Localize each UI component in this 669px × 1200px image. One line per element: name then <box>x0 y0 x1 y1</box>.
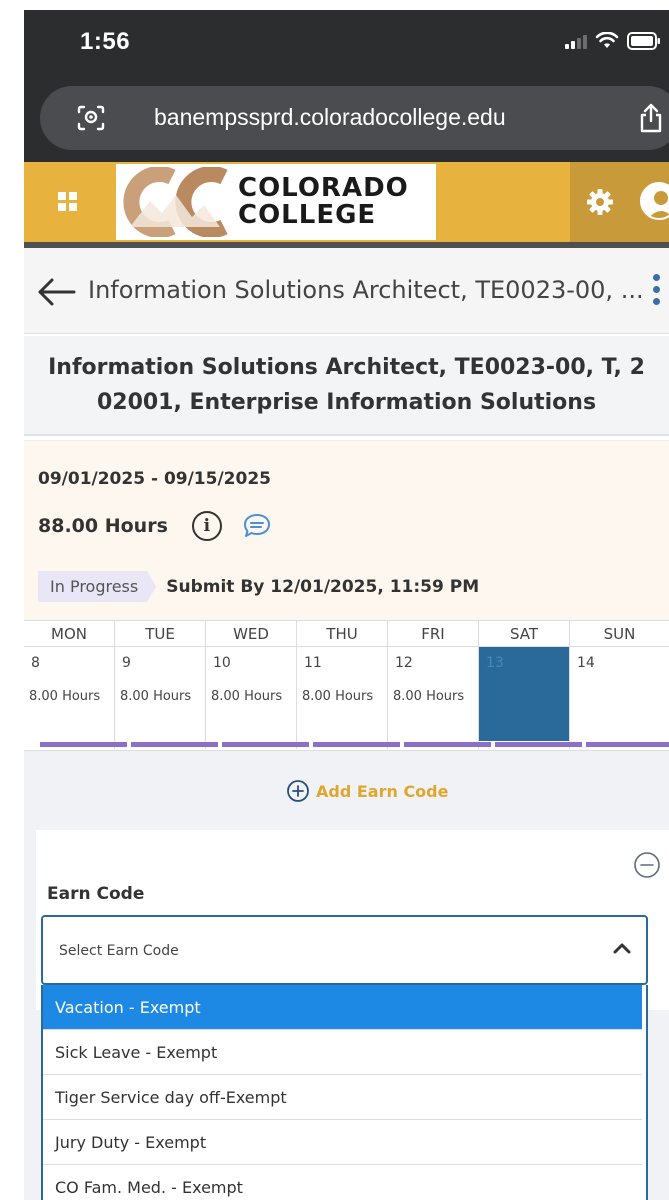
period-bar-tue <box>131 742 218 747</box>
day-cell[interactable]: 8 8.00 Hours <box>24 647 114 741</box>
left-gutter <box>0 0 24 1200</box>
address-bar[interactable]: banempssprd.coloradocollege.edu <box>40 86 669 150</box>
earn-code-placeholder: Select Earn Code <box>59 943 179 959</box>
pay-period-range: 09/01/2025 - 09/15/2025 <box>38 469 271 489</box>
info-icon[interactable]: i <box>191 511 222 541</box>
period-bar-fri <box>404 742 491 747</box>
page-heading: Information Solutions Architect, TE0023-… <box>24 336 669 436</box>
user-silhouette-icon <box>648 191 669 218</box>
navigation-bar: Information Solutions Architect, TE0023-… <box>24 248 669 334</box>
timesheet-summary: 09/01/2025 - 09/15/2025 88.00 Hours i In… <box>24 440 669 620</box>
app-menu-grid-icon[interactable] <box>58 192 77 211</box>
avatar <box>640 182 669 220</box>
battery-icon <box>627 32 660 50</box>
day-column-sat[interactable]: SAT 13 <box>479 621 570 749</box>
plus-circle-icon <box>287 780 309 802</box>
nav-title: Information Solutions Architect, TE0023-… <box>88 276 644 304</box>
period-bar-mon <box>40 742 127 747</box>
more-options-icon[interactable] <box>653 274 660 305</box>
add-earn-code-button[interactable]: Add Earn Code <box>286 779 448 803</box>
earn-option-vacation[interactable]: Vacation - Exempt <box>43 985 642 1030</box>
day-number: 11 <box>304 655 322 671</box>
day-number: 8 <box>31 655 40 671</box>
earn-option-jury-duty[interactable]: Jury Duty - Exempt <box>43 1120 642 1165</box>
hours-row: 88.00 Hours i <box>38 511 272 541</box>
url-text: banempssprd.coloradocollege.edu <box>154 104 506 130</box>
day-column-tue[interactable]: TUE 9 8.00 Hours <box>115 621 206 749</box>
day-number: 10 <box>213 655 231 671</box>
day-hours: 8.00 Hours <box>29 689 101 704</box>
logo-wordmark: COLORADO COLLEGE <box>238 173 409 230</box>
user-menu-button[interactable] <box>630 162 669 242</box>
day-cell-selected[interactable]: 13 <box>479 647 569 741</box>
logo-mark-icon <box>120 167 232 237</box>
day-name: THU <box>297 621 387 647</box>
day-number: 14 <box>577 655 595 671</box>
phone-screen: 1:56 banempssprd.coloradocollege.edu COL… <box>24 0 669 1200</box>
cellular-signal-icon <box>565 33 587 49</box>
day-number: 13 <box>486 655 504 671</box>
earn-option-tiger-service[interactable]: Tiger Service day off-Exempt <box>43 1075 642 1120</box>
day-number: 9 <box>122 655 131 671</box>
submit-deadline: Submit By 12/01/2025, 11:59 PM <box>166 576 480 597</box>
period-bar-sun <box>586 742 669 747</box>
comment-icon[interactable] <box>242 512 272 540</box>
visual-lookup-icon[interactable] <box>76 104 106 132</box>
day-name: TUE <box>115 621 205 647</box>
day-column-sun[interactable]: SUN 14 <box>570 621 669 749</box>
college-logo[interactable]: COLORADO COLLEGE <box>116 164 436 240</box>
status-badge: In Progress <box>38 571 157 602</box>
day-name: SUN <box>570 621 669 647</box>
day-hours <box>479 671 569 689</box>
position-title: Information Solutions Architect, TE0023-… <box>48 355 645 415</box>
day-hours: 8.00 Hours <box>211 689 283 704</box>
remove-circle-icon[interactable] <box>633 851 661 879</box>
wifi-icon <box>595 32 619 48</box>
status-bar: 1:56 <box>24 10 669 76</box>
period-bar-thu <box>313 742 400 747</box>
earn-code-select[interactable]: Select Earn Code <box>41 915 648 985</box>
status-icons <box>565 32 661 50</box>
chevron-up-icon[interactable] <box>612 941 632 955</box>
day-column-mon[interactable]: MON 8 8.00 Hours <box>24 621 115 749</box>
day-column-wed[interactable]: WED 10 8.00 Hours <box>206 621 297 749</box>
day-cell[interactable]: 14 <box>570 647 669 741</box>
week-calendar: MON 8 8.00 Hours TUE 9 8.00 Hours WED 10… <box>24 620 669 750</box>
clock-time: 1:56 <box>80 28 131 55</box>
browser-chrome: banempssprd.coloradocollege.edu <box>24 76 669 162</box>
earn-option-sick-leave[interactable]: Sick Leave - Exempt <box>43 1030 642 1075</box>
day-column-thu[interactable]: THU 11 8.00 Hours <box>297 621 388 749</box>
period-bar-wed <box>222 742 309 747</box>
day-name: MON <box>24 621 114 647</box>
day-name: WED <box>206 621 296 647</box>
day-name: SAT <box>479 621 569 647</box>
day-number: 12 <box>395 655 413 671</box>
period-bar-sat <box>495 742 582 747</box>
day-cell[interactable]: 9 8.00 Hours <box>115 647 205 741</box>
gear-icon <box>587 189 613 215</box>
day-hours: 8.00 Hours <box>302 689 374 704</box>
total-hours: 88.00 Hours <box>38 515 168 537</box>
day-hours: 8.00 Hours <box>393 689 465 704</box>
day-hours: 8.00 Hours <box>120 689 192 704</box>
day-cell[interactable]: 12 8.00 Hours <box>388 647 478 741</box>
status-row: In Progress Submit By 12/01/2025, 11:59 … <box>38 571 479 602</box>
earn-code-label: Earn Code <box>47 884 145 904</box>
day-hours <box>570 671 669 689</box>
add-earn-code-label: Add Earn Code <box>316 781 449 801</box>
back-arrow-icon[interactable] <box>36 276 76 308</box>
day-cell[interactable]: 10 8.00 Hours <box>206 647 296 741</box>
share-icon[interactable] <box>638 102 664 134</box>
earn-option-co-fam-med[interactable]: CO Fam. Med. - Exempt <box>43 1165 642 1200</box>
day-cell[interactable]: 11 8.00 Hours <box>297 647 387 741</box>
day-column-fri[interactable]: FRI 12 8.00 Hours <box>388 621 479 749</box>
settings-button[interactable] <box>570 162 630 242</box>
day-name: FRI <box>388 621 478 647</box>
app-header: COLORADO COLLEGE <box>24 162 669 242</box>
earn-code-options-list: Vacation - Exempt Sick Leave - Exempt Ti… <box>41 985 648 1200</box>
